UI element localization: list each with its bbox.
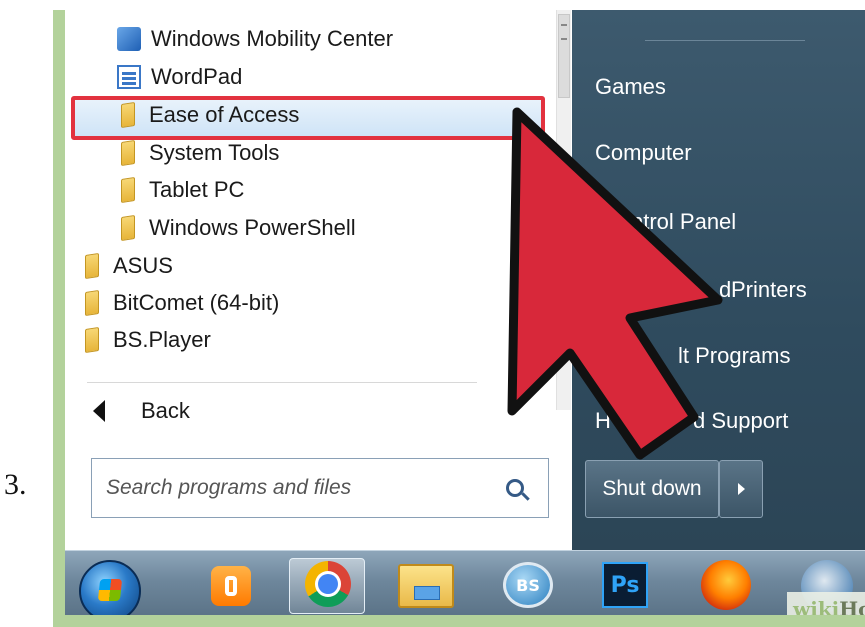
program-label: ASUS xyxy=(113,253,173,278)
start-orb-icon[interactable] xyxy=(79,560,141,615)
program-item-bs-player[interactable]: BS.Player xyxy=(81,323,211,357)
watermark-wiki: wiki xyxy=(793,597,840,615)
back-label: Back xyxy=(141,398,190,423)
wikihow-watermark: wikiHow xyxy=(787,592,865,615)
menu-item-devices-printers-part1[interactable]: d xyxy=(719,277,731,303)
chrome-icon[interactable] xyxy=(305,561,351,607)
menu-item-devices-printers[interactable]: Printers xyxy=(731,277,807,303)
program-item-system-tools[interactable]: System Tools xyxy=(117,136,279,170)
folder-icon xyxy=(121,215,135,241)
program-item-tablet-pc[interactable]: Tablet PC xyxy=(117,173,244,207)
program-item-bitcomet[interactable]: BitComet (64-bit) xyxy=(81,286,279,320)
folder-icon xyxy=(121,140,135,166)
folder-icon xyxy=(85,253,99,279)
programs-pane: Windows Mobility Center WordPad Ease of … xyxy=(65,10,573,550)
menu-item-computer[interactable]: Computer xyxy=(595,140,692,166)
search-icon[interactable] xyxy=(506,479,524,497)
back-button[interactable]: Back xyxy=(93,398,190,424)
program-label: Ease of Access xyxy=(149,102,300,127)
menu-item-help-part1[interactable]: H xyxy=(595,408,611,434)
program-item-windows-powershell[interactable]: Windows PowerShell xyxy=(117,211,356,245)
menu-item-games[interactable]: Games xyxy=(595,74,666,100)
program-label: System Tools xyxy=(149,140,280,165)
program-label: Tablet PC xyxy=(149,177,245,202)
start-menu-screenshot: Windows Mobility Center WordPad Ease of … xyxy=(65,10,865,615)
step-number: 3. xyxy=(4,468,27,501)
wordpad-icon xyxy=(117,65,141,89)
file-explorer-icon[interactable] xyxy=(398,564,454,608)
menu-divider xyxy=(87,382,477,383)
screenshot-frame: Windows Mobility Center WordPad Ease of … xyxy=(53,10,865,627)
bs-player-icon[interactable]: BS xyxy=(503,562,553,608)
menu-item-help-support[interactable]: d Support xyxy=(693,408,788,434)
menu-item-control-panel[interactable]: ntrol Panel xyxy=(631,209,736,235)
program-label: Windows Mobility Center xyxy=(151,26,394,51)
mobility-center-icon xyxy=(117,27,141,51)
program-label: WordPad xyxy=(151,64,243,89)
program-label: Windows PowerShell xyxy=(149,215,356,240)
shut-down-options-button[interactable] xyxy=(719,460,763,518)
search-input[interactable]: Search programs and files xyxy=(106,476,506,500)
chevron-right-icon xyxy=(737,483,745,495)
program-item-ease-of-access[interactable]: Ease of Access xyxy=(117,98,299,132)
watermark-how: How xyxy=(839,597,865,615)
shut-down-label: Shut down xyxy=(602,477,702,500)
program-label: BS.Player xyxy=(113,327,211,352)
media-player-icon[interactable] xyxy=(211,566,251,606)
menu-item-default-programs[interactable]: lt Programs xyxy=(678,343,790,369)
firefox-icon[interactable] xyxy=(701,560,751,610)
back-arrow-icon xyxy=(93,400,105,422)
search-box[interactable]: Search programs and files xyxy=(91,458,549,518)
windows-logo-icon xyxy=(97,579,123,601)
program-label: BitComet (64-bit) xyxy=(113,290,280,315)
scrollbar-grip-icon xyxy=(561,24,567,40)
program-item-asus[interactable]: ASUS xyxy=(81,249,173,283)
shut-down-button[interactable]: Shut down xyxy=(585,460,719,518)
folder-icon xyxy=(85,290,99,316)
menu-separator xyxy=(645,40,805,41)
folder-icon xyxy=(121,177,135,203)
folder-icon xyxy=(85,327,99,353)
program-item-windows-mobility-center[interactable]: Windows Mobility Center xyxy=(117,22,393,56)
folder-icon xyxy=(121,102,135,128)
photoshop-icon[interactable]: Ps xyxy=(602,562,648,608)
program-item-wordpad[interactable]: WordPad xyxy=(117,60,242,94)
